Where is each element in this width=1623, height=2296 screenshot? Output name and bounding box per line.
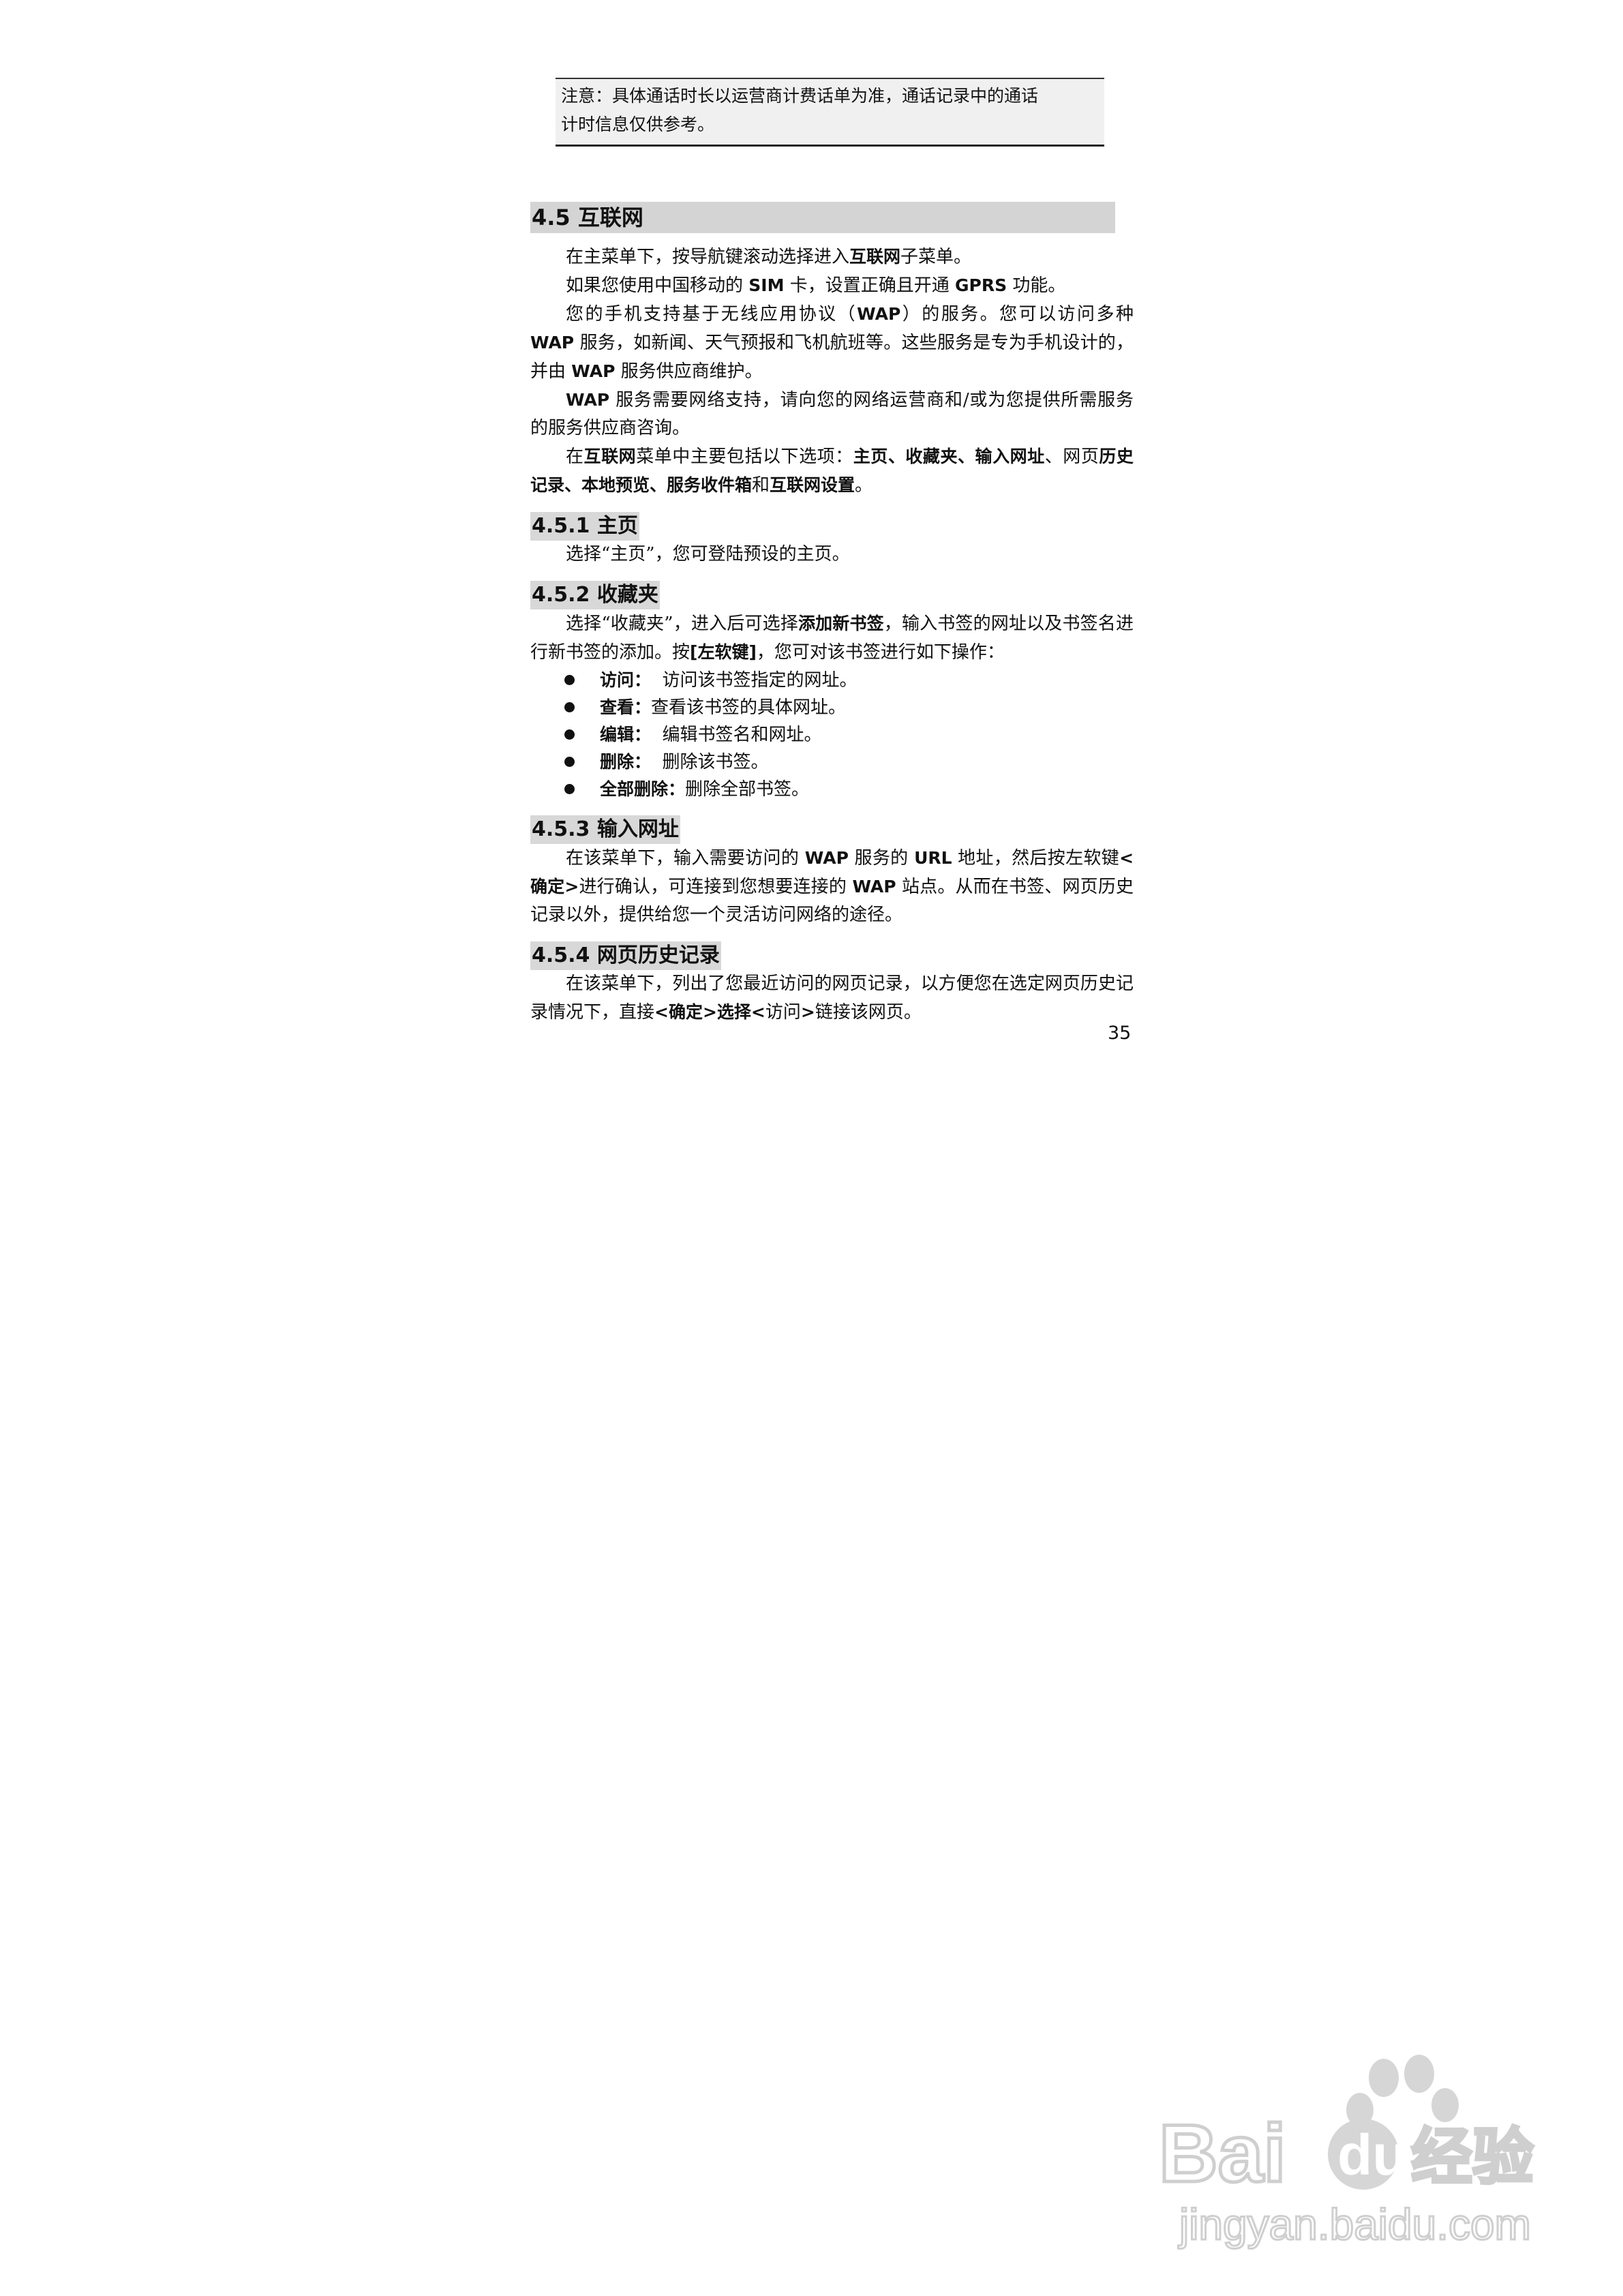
text-bold: WAP [852, 877, 896, 896]
item-text: 编辑书签名和网址。 [651, 725, 822, 745]
text-run: 地址，然后按左软键 [952, 848, 1120, 868]
text-run: 链接该网页。 [815, 1002, 922, 1023]
bullet-icon [564, 784, 575, 794]
logo-text: Bai [1159, 2108, 1286, 2199]
bookmark-operations-list: 访问： 访问该书签指定的网址。 查看：查看该书签的具体网址。 编辑： 编辑书签名… [530, 667, 1134, 803]
text-bold: 互联网设置 [770, 475, 855, 495]
text-run: ，您可对该书签进行如下操作： [756, 642, 1005, 663]
item-label: 删除： [600, 752, 652, 772]
paw-toe [1404, 2055, 1434, 2093]
text-bold: > [800, 1002, 815, 1022]
paragraph-3: 您的手机支持基于无线应用协议（WAP）的服务。您可以访问多种 WAP 服务，如新… [530, 300, 1134, 386]
text-run: 服务供应商维护。 [615, 361, 763, 382]
text-run: 服务的 [848, 848, 915, 868]
text-run: 您的手机支持基于无线应用协议（ [566, 304, 858, 324]
text-bold: WAP [571, 361, 616, 381]
list-item: 全部删除：删除全部书签。 [564, 776, 1134, 803]
note-line-1: 注意：具体通话时长以运营商计费话单为准，通话记录中的通话 [561, 86, 1039, 106]
logo-text: du [1337, 2123, 1408, 2187]
text-run: 访问 [765, 1002, 801, 1023]
bullet-icon [564, 702, 575, 712]
text-run: 。 [855, 475, 873, 496]
text-run: 在该菜单下，输入需要访问的 [566, 848, 805, 868]
list-item: 编辑： 编辑书签名和网址。 [564, 721, 1134, 749]
watermark-url: jingyan.baidu.com [1178, 2200, 1531, 2249]
paragraph-452: 选择“收藏夹”，进入后可选择添加新书签，输入书签的网址以及书签名进行新书签的添加… [530, 609, 1134, 667]
text-bold: WAP [530, 333, 575, 352]
paragraph-454: 在该菜单下，列出了您最近访问的网页记录，以方便您在选定网页历史记录情况下，直接<… [530, 970, 1134, 1027]
paw-toe [1369, 2059, 1399, 2097]
item-text: 删除该书签。 [651, 752, 769, 772]
text-bold: 互联网 [583, 447, 637, 466]
text-run: 菜单中主要包括以下选项： [636, 447, 853, 467]
text-run: 如果您使用中国移动的 [566, 275, 749, 296]
list-item: 删除： 删除该书签。 [564, 749, 1134, 776]
text-run: 子菜单。 [900, 247, 972, 267]
text-run: 、网页 [1044, 447, 1099, 467]
item-text: 访问该书签指定的网址。 [651, 670, 858, 691]
list-item: 查看：查看该书签的具体网址。 [564, 694, 1134, 721]
item-label: 编辑： [600, 725, 652, 744]
text-bold: URL [914, 848, 952, 868]
subsection-title-451: 4.5.1 主页 [530, 512, 639, 541]
text-run: 服务需要网络支持，请向您的网络运营商和/或为您提供所需服务的服务供应商咨询。 [530, 390, 1134, 438]
document-content: 4.5 互联网 在主菜单下，按导航键滚动选择进入互联网子菜单。 如果您使用中国移… [530, 202, 1134, 1027]
text-bold: 添加新书签 [798, 614, 884, 633]
paragraph-451: 选择“主页”，您可登陆预设的主页。 [566, 544, 850, 564]
text-bold: GPRS [954, 275, 1007, 295]
text-bold: SIM [748, 275, 785, 295]
bullet-icon [564, 729, 575, 740]
text-bold: <确定>选择< [654, 1002, 765, 1022]
item-label: 全部删除： [600, 779, 686, 799]
text-bold: WAP [857, 304, 901, 324]
note-box: 注意：具体通话时长以运营商计费话单为准，通话记录中的通话 计时信息仅供参考。 [556, 78, 1104, 147]
text-run: 在 [566, 447, 584, 467]
text-bold: WAP [566, 390, 610, 410]
paw-toe [1431, 2088, 1459, 2122]
text-bold: 主页、收藏夹、输入网址 [853, 447, 1045, 466]
list-item: 访问： 访问该书签指定的网址。 [564, 667, 1134, 694]
item-text: 查看该书签的具体网址。 [651, 697, 847, 718]
paragraph-5: 在互联网菜单中主要包括以下选项：主页、收藏夹、输入网址、网页历史记录、本地预览、… [530, 442, 1134, 500]
paragraph-2: 如果您使用中国移动的 SIM 卡，设置正确且开通 GPRS 功能。 [530, 271, 1134, 300]
text-run: 卡，设置正确且开通 [784, 275, 955, 296]
text-bold: [左软键] [690, 642, 757, 662]
note-line-2: 计时信息仅供参考。 [561, 115, 715, 134]
subsection-title-452: 4.5.2 收藏夹 [530, 581, 660, 609]
text-run: 选择“收藏夹”，进入后可选择 [566, 614, 798, 634]
text-bold: WAP [804, 848, 849, 868]
section-title: 4.5 互联网 [530, 202, 1115, 233]
page-number: 35 [1108, 1023, 1132, 1044]
item-text: 删除全部书签。 [685, 779, 810, 800]
text-bold: 互联网 [849, 247, 901, 267]
item-label: 访问： [600, 670, 652, 690]
text-run: 功能。 [1007, 275, 1066, 296]
item-label: 查看： [600, 697, 652, 717]
text-run: 和 [752, 475, 770, 496]
logo-text: 经验 [1411, 2121, 1534, 2193]
subsection-title-453: 4.5.3 输入网址 [530, 815, 680, 844]
text-run: ）的服务。您可以访问多种 [900, 304, 1134, 324]
subsection-title-454: 4.5.4 网页历史记录 [530, 941, 721, 970]
bullet-icon [564, 675, 575, 685]
paragraph-4: WAP 服务需要网络支持，请向您的网络运营商和/或为您提供所需服务的服务供应商咨… [530, 386, 1134, 442]
paragraph-453: 在该菜单下，输入需要访问的 WAP 服务的 URL 地址，然后按左软键<确定>进… [530, 844, 1134, 929]
text-run: 在主菜单下，按导航键滚动选择进入 [566, 247, 850, 267]
text-run: 进行确认，可连接到您想要连接的 [579, 877, 853, 897]
baidu-jingyan-watermark-logo: Bai du 经验 jingyan.baidu.com [1157, 2055, 1535, 2250]
bullet-icon [564, 757, 575, 767]
paragraph-1: 在主菜单下，按导航键滚动选择进入互联网子菜单。 [530, 243, 1134, 271]
